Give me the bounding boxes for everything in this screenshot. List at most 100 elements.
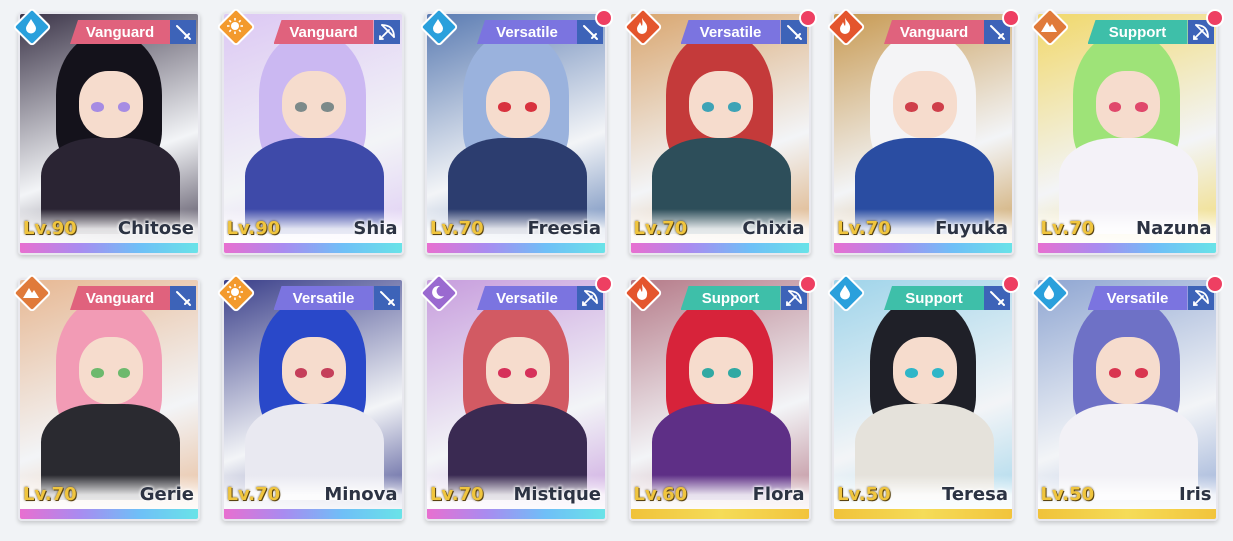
dark-element-icon	[419, 273, 459, 313]
character-level: Lv.50	[1040, 484, 1095, 505]
portrait-face	[892, 71, 957, 139]
character-name: Chitose	[117, 218, 194, 239]
bow-icon	[373, 20, 400, 44]
portrait-face	[282, 71, 347, 139]
character-level: Lv.90	[226, 218, 281, 239]
notification-dot	[798, 275, 817, 293]
character-card-fuyuka[interactable]: Lv.70 Fuyuka Vanguard	[826, 7, 1020, 255]
portrait-eye	[1135, 368, 1148, 378]
role-tag: Versatile	[680, 20, 781, 44]
portrait-eye	[1108, 102, 1122, 112]
character-card-minova[interactable]: Lv.70 Minova Versatile	[215, 273, 404, 521]
character-level: Lv.70	[837, 218, 891, 239]
role-tag: Versatile	[477, 20, 577, 44]
character-card-flora[interactable]: Lv.60 Flora Support	[622, 273, 817, 521]
notification-dot	[595, 275, 613, 293]
card-frame: Lv.70 Gerie Vanguard	[18, 278, 200, 521]
portrait-face	[485, 71, 550, 139]
portrait-eye	[1135, 102, 1148, 112]
water-element-icon	[12, 7, 52, 47]
role-tag: Support	[884, 286, 984, 310]
role-tag: Vanguard	[70, 20, 170, 44]
light-element-icon	[215, 7, 256, 47]
water-element-icon	[1029, 273, 1070, 313]
portrait-eye	[321, 102, 334, 112]
card-frame: Lv.50 Iris Versatile	[1035, 278, 1218, 521]
character-card-chitose[interactable]: Lv.90 Chitose Vanguard	[12, 7, 200, 255]
portrait-face	[689, 337, 754, 405]
rarity-strip	[1037, 243, 1216, 253]
role-tag: Versatile	[477, 286, 577, 310]
character-name: Chixia	[742, 218, 805, 239]
character-level: Lv.90	[23, 218, 77, 239]
fire-element-icon	[622, 273, 663, 313]
character-card-shia[interactable]: Lv.90 Shia Vanguard	[215, 7, 404, 255]
role-tag: Vanguard	[70, 286, 170, 310]
card-frame: Lv.70 Nazuna Support	[1035, 12, 1218, 255]
portrait-eye	[701, 368, 715, 378]
card-frame: Lv.90 Chitose Vanguard	[18, 12, 200, 255]
portrait-eye	[498, 102, 511, 112]
card-frame: Lv.70 Minova Versatile	[221, 278, 404, 521]
notification-dot	[1002, 275, 1020, 293]
portrait-eye	[728, 102, 741, 112]
rarity-strip	[427, 509, 605, 519]
portrait-eye	[498, 368, 511, 378]
character-card-chixia[interactable]: Lv.70 Chixia Versatile	[622, 7, 817, 255]
sword-icon	[170, 20, 196, 44]
character-name: Nazuna	[1136, 218, 1212, 239]
light-element-icon	[215, 273, 256, 313]
water-element-icon	[419, 7, 459, 47]
rarity-strip	[223, 243, 402, 253]
role-tag: Versatile	[1087, 286, 1188, 310]
character-card-iris[interactable]: Lv.50 Iris Versatile	[1029, 273, 1224, 521]
card-frame: Lv.90 Shia Vanguard	[221, 12, 404, 255]
portrait-eye	[905, 368, 918, 378]
character-name: Teresa	[941, 484, 1008, 505]
card-frame: Lv.70 Mistique Versatile	[425, 278, 607, 521]
card-frame: Lv.70 Freesia Versatile	[425, 12, 607, 255]
rarity-strip	[834, 509, 1012, 519]
character-level: Lv.50	[837, 484, 891, 505]
character-card-teresa[interactable]: Lv.50 Teresa Support	[826, 273, 1020, 521]
rarity-strip	[20, 243, 198, 253]
character-card-mistique[interactable]: Lv.70 Mistique Versatile	[419, 273, 613, 521]
character-level: Lv.60	[633, 484, 688, 505]
character-card-gerie[interactable]: Lv.70 Gerie Vanguard	[12, 273, 200, 521]
character-card-freesia[interactable]: Lv.70 Freesia Versatile	[419, 7, 613, 255]
role-tag: Support	[1087, 20, 1188, 44]
character-name: Flora	[752, 484, 805, 505]
rarity-strip	[630, 509, 809, 519]
character-name: Fuyuka	[935, 218, 1008, 239]
rarity-strip	[223, 509, 402, 519]
sword-icon	[170, 286, 196, 310]
character-name: Mistique	[513, 484, 601, 505]
character-level: Lv.70	[226, 484, 281, 505]
character-level: Lv.70	[23, 484, 77, 505]
card-frame: Lv.70 Chixia Versatile	[628, 12, 811, 255]
portrait-face	[1096, 337, 1161, 405]
portrait-eye	[321, 368, 334, 378]
sword-icon	[373, 286, 400, 310]
character-level: Lv.70	[1040, 218, 1095, 239]
character-roster-grid: Lv.90 Chitose Vanguard Lv.90 Shia Vanguard Lv.…	[12, 7, 1224, 521]
portrait-eye	[294, 368, 308, 378]
role-tag: Vanguard	[884, 20, 984, 44]
portrait-face	[485, 337, 550, 405]
portrait-eye	[905, 102, 918, 112]
notification-dot	[1205, 275, 1224, 293]
notification-dot	[595, 9, 613, 27]
rarity-strip	[834, 243, 1012, 253]
portrait-eye	[701, 102, 715, 112]
portrait-eye	[91, 368, 104, 378]
fire-element-icon	[826, 7, 866, 47]
card-frame: Lv.50 Teresa Support	[832, 278, 1014, 521]
card-frame: Lv.70 Fuyuka Vanguard	[832, 12, 1014, 255]
notification-dot	[1205, 9, 1224, 27]
character-card-nazuna[interactable]: Lv.70 Nazuna Support	[1029, 7, 1224, 255]
portrait-face	[892, 337, 957, 405]
portrait-face	[78, 71, 143, 139]
portrait-eye	[294, 102, 308, 112]
rarity-strip	[630, 243, 809, 253]
notification-dot	[1002, 9, 1020, 27]
